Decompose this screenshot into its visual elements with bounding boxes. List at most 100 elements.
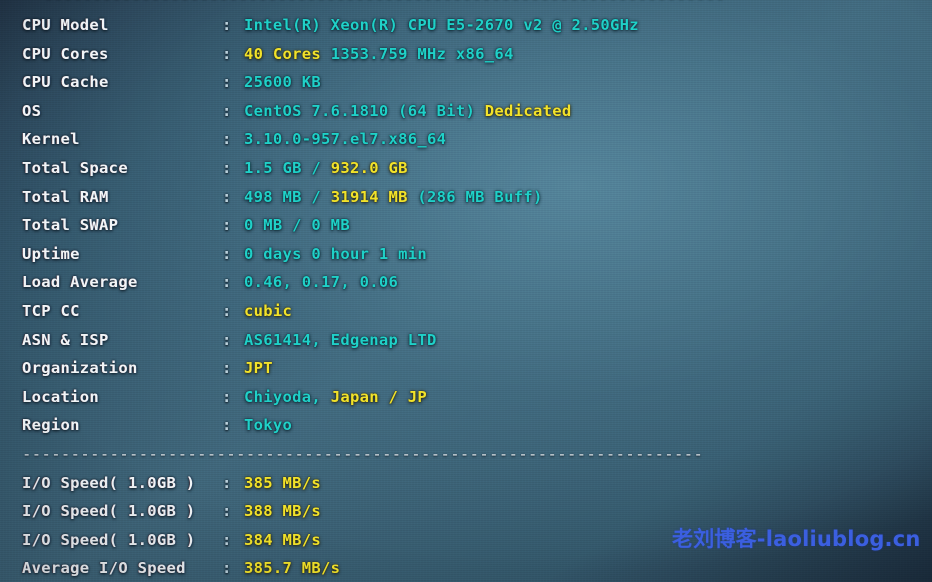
- system-info-label: CPU Model: [22, 16, 109, 34]
- system-info-label: Region: [22, 416, 80, 435]
- system-info-value-part: 0 MB / 0 MB: [244, 216, 350, 235]
- io-speed-label: I/O Speed( 1.0GB ): [22, 473, 196, 492]
- colon-separator: :: [222, 387, 232, 406]
- colon-separator: :: [222, 502, 232, 521]
- io-speed-label: I/O Speed( 1.0GB ): [22, 502, 196, 521]
- system-info-row: Total Space:1.5 GB / 932.0 GB: [0, 154, 932, 183]
- system-info-value-part: 31914 MB: [330, 187, 408, 206]
- system-info-label: ASN & ISP: [22, 330, 109, 349]
- system-info-row: Total RAM:498 MB / 31914 MB (286 MB Buff…: [0, 183, 932, 212]
- system-info-value: CentOS 7.6.1810 (64 Bit) Dedicated: [244, 97, 932, 126]
- system-info-value: cubic: [244, 297, 932, 326]
- colon-separator: :: [222, 473, 232, 492]
- system-info-value-part: cubic: [244, 301, 293, 320]
- io-speed-value: 385.7 MB/s: [244, 554, 932, 582]
- system-info-row: TCP CC: cubic: [0, 297, 932, 326]
- colon-separator: :: [222, 330, 232, 349]
- system-info-label: TCP CC: [22, 301, 80, 320]
- system-info-value-part: Intel(R) Xeon(R) CPU E5-2670 v2 @ 2.50GH…: [244, 16, 639, 34]
- colon-separator: :: [222, 187, 232, 206]
- system-info-label: Location: [22, 387, 100, 406]
- system-info-row: Region: Tokyo: [0, 411, 932, 440]
- io-speed-value-part: 384 MB/s: [244, 530, 322, 549]
- system-info-value-part: 498 MB /: [244, 187, 331, 206]
- watermark-label: 老刘博客-laoliublog.cn: [672, 527, 921, 551]
- colon-separator: :: [222, 158, 232, 177]
- system-info-value: Intel(R) Xeon(R) CPU E5-2670 v2 @ 2.50GH…: [244, 11, 932, 40]
- colon-separator: :: [222, 559, 232, 578]
- system-info-value-part: Tokyo: [244, 416, 293, 435]
- system-info-value-part: 932.0 GB: [330, 158, 408, 177]
- colon-separator: :: [222, 101, 232, 120]
- system-info-row: OS: CentOS 7.6.1810 (64 Bit) Dedicated: [0, 97, 932, 126]
- system-info-value-part: AS61414, Edgenap LTD: [244, 330, 437, 349]
- system-info-label: Total SWAP: [22, 216, 119, 235]
- io-speed-row: I/O Speed( 1.0GB ):388 MB/s: [0, 497, 932, 526]
- system-info-value-part: Chiyoda,: [244, 387, 331, 406]
- separator-rule-top-dashes: ----------------------------------------…: [44, 0, 725, 11]
- separator-rule-top: ----------------------------------------…: [0, 0, 932, 11]
- system-info-label: CPU Cores: [22, 44, 109, 63]
- system-info-value-part: Japan / JP: [330, 387, 428, 406]
- system-info-label: Load Average: [22, 273, 138, 292]
- system-info-row: Organization: JPT: [0, 354, 932, 383]
- system-info-value: Tokyo: [244, 411, 932, 440]
- system-info-value-part: Dedicated: [484, 101, 572, 120]
- system-info-value-part: (286 MB Buff): [407, 187, 543, 206]
- colon-separator: :: [222, 216, 232, 235]
- system-info-row: ASN & ISP: AS61414, Edgenap LTD: [0, 326, 932, 355]
- io-speed-label: Average I/O Speed: [22, 559, 186, 578]
- system-info-row: Uptime:0 days 0 hour 1 min: [0, 240, 932, 269]
- colon-separator: :: [222, 416, 232, 435]
- system-info-label: Total RAM: [22, 187, 109, 206]
- colon-separator: :: [222, 130, 232, 149]
- system-info-value: 25600 KB: [244, 68, 932, 97]
- colon-separator: :: [222, 244, 232, 263]
- system-info-value: 0 days 0 hour 1 min: [244, 240, 932, 269]
- system-info-row: Location: Chiyoda, Japan / JP: [0, 383, 932, 412]
- system-info-value-part: 40 Cores: [244, 44, 322, 63]
- io-speed-value-part: 385.7 MB/s: [244, 559, 341, 578]
- system-info-value-part: 0 days 0 hour 1 min: [244, 244, 428, 263]
- system-info-row: CPU Cores:40 Cores 1353.759 MHz x86_64: [0, 40, 932, 69]
- colon-separator: :: [222, 16, 232, 34]
- system-info-row: Kernel:3.10.0-957.el7.x86_64: [0, 125, 932, 154]
- system-info-label: Kernel: [22, 130, 80, 149]
- system-info-label: CPU Cache: [22, 73, 109, 92]
- system-info-block: CPU Model: Intel(R) Xeon(R) CPU E5-2670 v…: [0, 11, 932, 440]
- io-speed-label: I/O Speed( 1.0GB ): [22, 530, 196, 549]
- io-speed-value-part: 388 MB/s: [244, 502, 322, 521]
- system-info-value-part: CentOS 7.6.1810 (64 Bit): [244, 101, 485, 120]
- system-info-label: Uptime: [22, 244, 80, 263]
- system-info-value-part: 3.10.0-957.el7.x86_64: [244, 130, 447, 149]
- colon-separator: :: [222, 44, 232, 63]
- separator-rule-middle-dashes: ----------------------------------------…: [22, 444, 704, 463]
- system-info-row: CPU Model: Intel(R) Xeon(R) CPU E5-2670 v…: [0, 11, 932, 40]
- system-info-value: JPT: [244, 354, 932, 383]
- terminal-screen: ----------------------------------------…: [0, 0, 932, 582]
- terminal-output: ----------------------------------------…: [0, 0, 932, 582]
- system-info-label: Organization: [22, 359, 138, 378]
- system-info-value: 40 Cores 1353.759 MHz x86_64: [244, 40, 932, 69]
- io-speed-row: Average I/O Speed:385.7 MB/s: [0, 554, 932, 582]
- system-info-value-part: JPT: [244, 359, 273, 378]
- colon-separator: :: [222, 273, 232, 292]
- system-info-value-part: 0.46, 0.17, 0.06: [244, 273, 399, 292]
- io-speed-value-part: 385 MB/s: [244, 473, 322, 492]
- io-speed-value: 385 MB/s: [244, 469, 932, 498]
- system-info-row: Total SWAP:0 MB / 0 MB: [0, 211, 932, 240]
- system-info-value: AS61414, Edgenap LTD: [244, 326, 932, 355]
- separator-rule-middle: ----------------------------------------…: [0, 440, 932, 469]
- system-info-row: Load Average:0.46, 0.17, 0.06: [0, 268, 932, 297]
- system-info-value: 498 MB / 31914 MB (286 MB Buff): [244, 183, 932, 212]
- system-info-value-part: 1353.759 MHz x86_64: [321, 44, 514, 63]
- system-info-label: OS: [22, 101, 42, 120]
- system-info-value: 3.10.0-957.el7.x86_64: [244, 125, 932, 154]
- colon-separator: :: [222, 530, 232, 549]
- system-info-value: 0.46, 0.17, 0.06: [244, 268, 932, 297]
- system-info-row: CPU Cache:25600 KB: [0, 68, 932, 97]
- system-info-value: 0 MB / 0 MB: [244, 211, 932, 240]
- system-info-value: 1.5 GB / 932.0 GB: [244, 154, 932, 183]
- system-info-value-part: 25600 KB: [244, 73, 322, 92]
- system-info-value-part: 1.5 GB /: [244, 158, 331, 177]
